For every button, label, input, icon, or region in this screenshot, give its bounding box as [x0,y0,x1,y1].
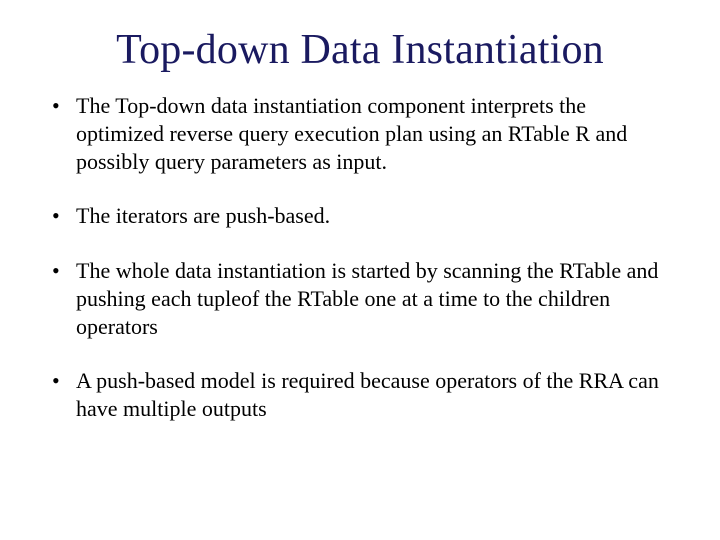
list-item: A push-based model is required because o… [46,367,674,423]
list-item: The whole data instantiation is started … [46,257,674,341]
list-item: The Top-down data instantiation componen… [46,92,674,176]
bullet-list: The Top-down data instantiation componen… [46,92,674,423]
slide-title: Top-down Data Instantiation [46,26,674,74]
slide: Top-down Data Instantiation The Top-down… [0,0,720,540]
list-item: The iterators are push-based. [46,202,674,230]
